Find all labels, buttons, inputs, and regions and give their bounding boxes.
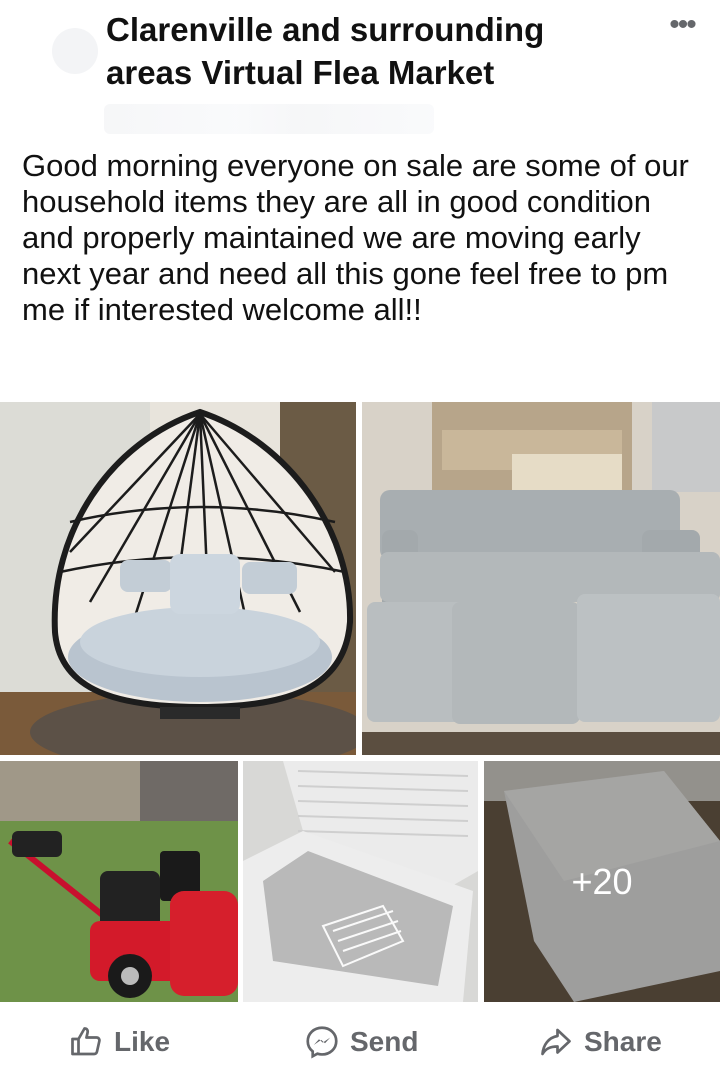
photo-sofa[interactable] (362, 402, 720, 755)
post-meta-placeholder (104, 104, 434, 134)
post-action-bar: Like Send Share (0, 1008, 720, 1077)
thumbs-up-icon (71, 1027, 101, 1056)
open-freezer-image (243, 761, 478, 1002)
like-label: Like (114, 1026, 171, 1057)
send-label: Send (350, 1026, 419, 1057)
send-button[interactable]: Send (304, 1022, 418, 1062)
more-photos-overlay[interactable]: +20 (484, 761, 720, 1002)
post-text: Good morning everyone on sale are some o… (22, 148, 689, 327)
share-arrow-icon (541, 1028, 571, 1056)
snow-blower-image (0, 761, 238, 1002)
messenger-icon (306, 1026, 338, 1059)
post-header: Clarenville and surrounding areas Virtua… (0, 0, 720, 140)
photo-snow-blower[interactable] (0, 761, 238, 1002)
group-title[interactable]: Clarenville and surrounding areas Virtua… (106, 8, 626, 94)
photo-closed-freezer[interactable]: +20 (484, 761, 720, 1002)
share-button[interactable]: Share (538, 1022, 662, 1062)
group-avatar[interactable] (52, 28, 98, 74)
more-options-icon[interactable]: ••• (660, 10, 704, 46)
share-label: Share (584, 1026, 662, 1057)
egg-chair-image (0, 402, 356, 755)
like-button[interactable]: Like (68, 1022, 170, 1062)
sofa-image (362, 402, 720, 755)
photo-egg-chair[interactable] (0, 402, 356, 755)
photo-open-freezer[interactable] (243, 761, 478, 1002)
